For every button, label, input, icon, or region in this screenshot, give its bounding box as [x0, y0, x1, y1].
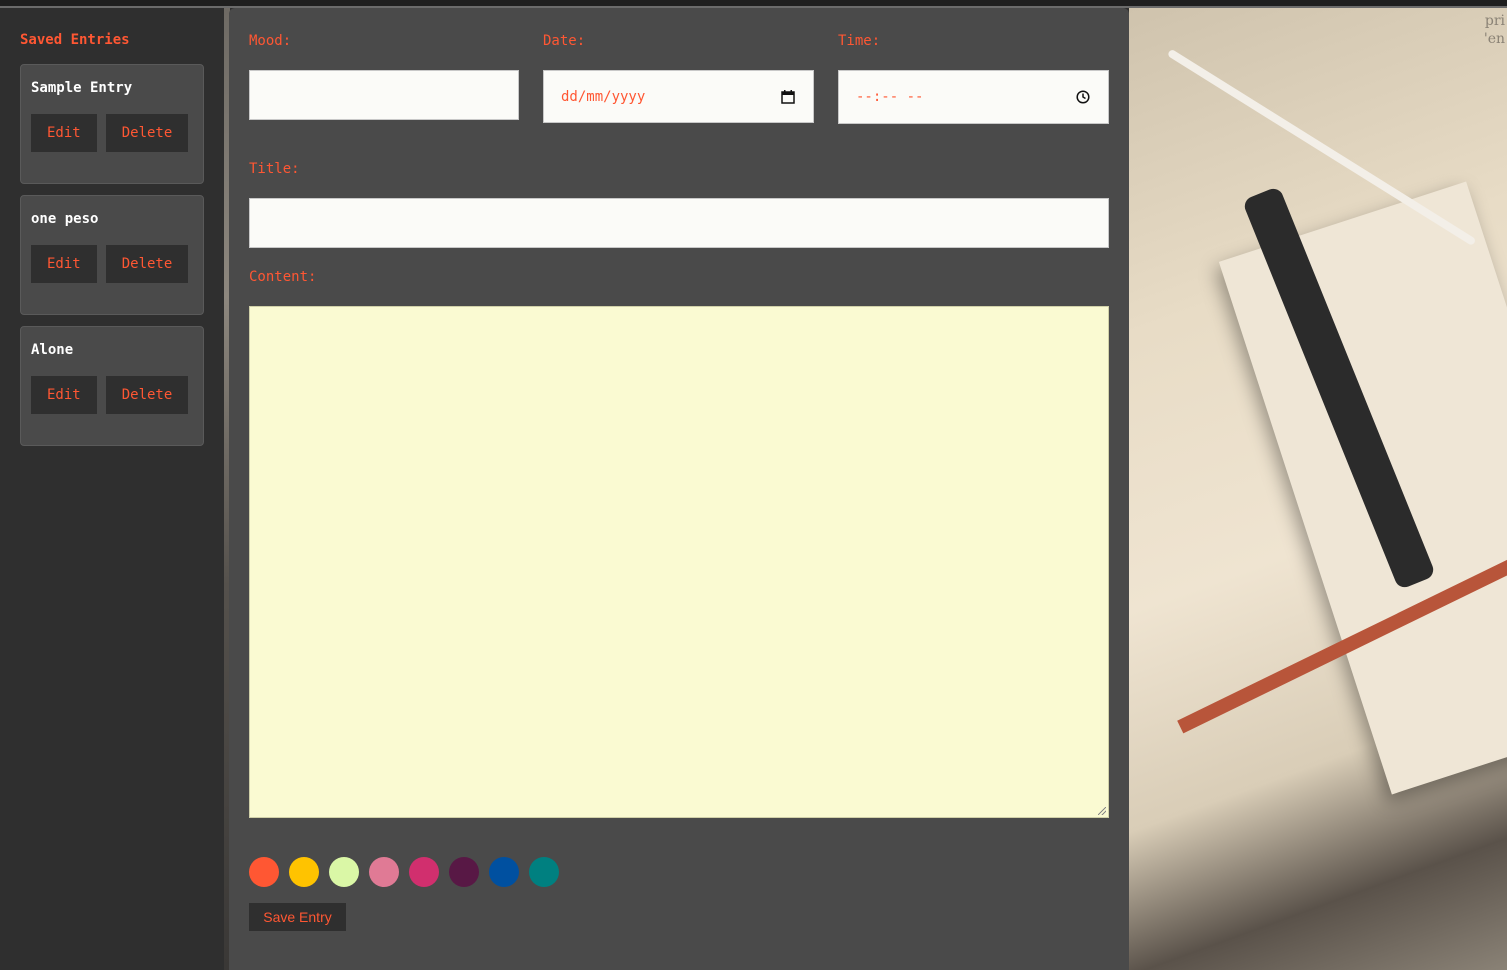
background-photo: pri 'en	[1129, 8, 1507, 970]
color-swatch[interactable]	[409, 857, 439, 887]
edit-button[interactable]: Edit	[31, 245, 97, 283]
color-swatch[interactable]	[529, 857, 559, 887]
date-label: Date:	[543, 33, 586, 49]
color-swatch[interactable]	[329, 857, 359, 887]
entry-actions: Edit Delete	[31, 114, 193, 152]
mood-input[interactable]	[249, 70, 519, 120]
entry-card: Sample Entry Edit Delete	[20, 64, 204, 184]
time-placeholder: --:-- --	[856, 89, 924, 105]
entry-title: Alone	[31, 342, 74, 358]
entry-actions: Edit Delete	[31, 245, 193, 283]
delete-button[interactable]: Delete	[105, 376, 189, 414]
edit-button[interactable]: Edit	[31, 376, 97, 414]
edit-button[interactable]: Edit	[31, 114, 97, 152]
color-swatch[interactable]	[289, 857, 319, 887]
time-input[interactable]: --:-- --	[838, 70, 1109, 124]
entry-title: one peso	[31, 211, 99, 227]
mood-label: Mood:	[249, 33, 292, 49]
color-swatch[interactable]	[449, 857, 479, 887]
color-swatches	[249, 857, 559, 887]
book-corner-text: pri 'en	[1484, 12, 1505, 48]
book-corner-text-line1: pri	[1484, 13, 1505, 29]
time-label: Time:	[838, 33, 881, 49]
title-label: Title:	[249, 161, 300, 177]
date-input[interactable]: dd/mm/yyyy	[543, 70, 814, 123]
save-entry-button[interactable]: Save Entry	[249, 903, 346, 931]
clock-icon[interactable]	[1076, 90, 1090, 104]
entry-card: Alone Edit Delete	[20, 326, 204, 446]
entry-editor: Mood: Date: dd/mm/yyyy Time: --:-- -- Ti…	[229, 8, 1129, 970]
content-textarea[interactable]	[249, 306, 1109, 818]
delete-button[interactable]: Delete	[105, 245, 189, 283]
content-label: Content:	[249, 269, 317, 285]
date-placeholder: dd/mm/yyyy	[561, 88, 646, 105]
entry-title: Sample Entry	[31, 80, 133, 96]
sidebar-title: Saved Entries	[20, 32, 130, 48]
entry-card: one peso Edit Delete	[20, 195, 204, 315]
top-strip	[0, 0, 1507, 8]
color-swatch[interactable]	[489, 857, 519, 887]
resize-handle-icon[interactable]	[1098, 807, 1106, 815]
quill-feather	[1166, 48, 1477, 247]
sidebar: Saved Entries Sample Entry Edit Delete o…	[0, 8, 224, 970]
book-corner-text-line2: 'en	[1483, 31, 1505, 47]
calendar-icon[interactable]	[781, 89, 795, 104]
color-swatch[interactable]	[249, 857, 279, 887]
color-swatch[interactable]	[369, 857, 399, 887]
title-input[interactable]	[249, 198, 1109, 248]
entry-actions: Edit Delete	[31, 376, 193, 414]
delete-button[interactable]: Delete	[105, 114, 189, 152]
